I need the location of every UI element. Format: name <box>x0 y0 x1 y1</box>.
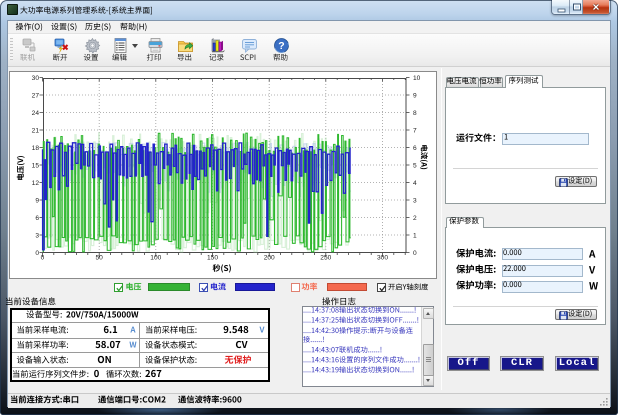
svg-text:27: 27 <box>31 92 39 99</box>
svg-text:?: ? <box>278 40 284 52</box>
svg-text:24: 24 <box>31 110 39 117</box>
svg-text:1: 1 <box>413 232 417 239</box>
svg-text:6: 6 <box>35 215 39 222</box>
svg-text:7: 7 <box>413 127 417 134</box>
svg-text:2: 2 <box>413 215 417 222</box>
svg-text:3: 3 <box>35 232 39 239</box>
svg-text:0: 0 <box>40 254 44 261</box>
svg-text:100: 100 <box>150 254 161 261</box>
svg-text:9: 9 <box>35 197 39 204</box>
svg-text:6: 6 <box>413 145 417 152</box>
svg-text:150: 150 <box>206 254 217 261</box>
svg-text:5: 5 <box>413 162 417 169</box>
svg-text:50: 50 <box>95 254 103 261</box>
svg-text:9: 9 <box>413 92 417 99</box>
svg-text:200: 200 <box>263 254 274 261</box>
svg-text:8: 8 <box>413 110 417 117</box>
svg-text:3: 3 <box>413 197 417 204</box>
svg-text:10: 10 <box>413 75 421 82</box>
svg-text:12: 12 <box>31 180 39 187</box>
svg-text:30: 30 <box>31 75 39 82</box>
svg-text:18: 18 <box>31 145 39 152</box>
svg-text:15: 15 <box>31 162 39 169</box>
svg-text:0: 0 <box>413 250 417 257</box>
svg-text:21: 21 <box>31 127 39 134</box>
svg-text:300: 300 <box>376 254 387 261</box>
svg-text:4: 4 <box>413 180 417 187</box>
svg-text:0: 0 <box>35 250 39 257</box>
svg-text:250: 250 <box>320 254 331 261</box>
